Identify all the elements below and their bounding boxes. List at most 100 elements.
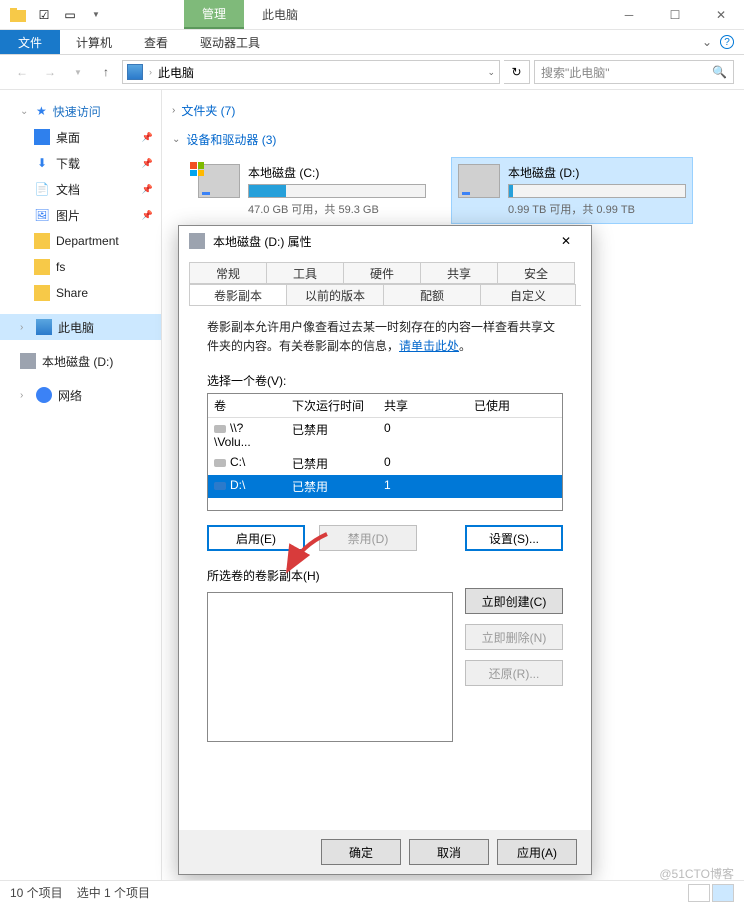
pin-icon: 📌 bbox=[142, 132, 153, 143]
pin-icon: 📌 bbox=[142, 184, 153, 195]
pc-icon bbox=[36, 319, 52, 335]
apply-button[interactable]: 应用(A) bbox=[497, 839, 577, 865]
sidebar-item-documents[interactable]: 📄文档📌 bbox=[0, 176, 161, 202]
drive-icon bbox=[458, 164, 500, 198]
section-devices[interactable]: ⌄设备和驱动器 (3) bbox=[172, 125, 734, 154]
shadow-copies-list[interactable] bbox=[207, 592, 453, 742]
help-icon[interactable]: ? bbox=[720, 35, 734, 49]
search-icon[interactable]: 🔍 bbox=[712, 65, 727, 79]
sidebar-local-disk[interactable]: 本地磁盘 (D:) bbox=[0, 348, 161, 374]
drive-c[interactable]: 本地磁盘 (C:) 47.0 GB 可用，共 59.3 GB bbox=[192, 158, 432, 223]
sidebar-item-fs[interactable]: fs bbox=[0, 254, 161, 280]
drive-d[interactable]: 本地磁盘 (D:) 0.99 TB 可用，共 0.99 TB bbox=[452, 158, 692, 223]
settings-button[interactable]: 设置(S)... bbox=[465, 525, 563, 551]
qat-dropdown-icon[interactable]: ▼ bbox=[86, 5, 106, 25]
history-dropdown[interactable]: ▼ bbox=[66, 60, 90, 84]
up-button[interactable]: ↑ bbox=[94, 60, 118, 84]
ribbon-expand-icon[interactable]: ⌄ bbox=[702, 35, 712, 49]
download-icon: ⬇ bbox=[34, 155, 50, 171]
folder-icon bbox=[34, 285, 50, 301]
sidebar-item-share[interactable]: Share bbox=[0, 280, 161, 306]
search-box[interactable]: 搜索"此电脑" 🔍 bbox=[534, 60, 734, 84]
drives-list: 本地磁盘 (C:) 47.0 GB 可用，共 59.3 GB 本地磁盘 (D:)… bbox=[172, 154, 734, 223]
details-view-button[interactable] bbox=[688, 884, 710, 902]
address-dropdown-icon[interactable]: ⌄ bbox=[487, 67, 495, 78]
breadcrumb-chevron-icon[interactable]: › bbox=[149, 67, 152, 77]
status-selected-count: 选中 1 个项目 bbox=[77, 884, 150, 901]
pin-icon: 📌 bbox=[142, 158, 153, 169]
ribbon-tab-computer[interactable]: 计算机 bbox=[60, 30, 128, 54]
icons-view-button[interactable] bbox=[712, 884, 734, 902]
tab-general[interactable]: 常规 bbox=[189, 262, 267, 284]
sidebar-item-pictures[interactable]: 🖼图片📌 bbox=[0, 202, 161, 228]
ribbon-tab-view[interactable]: 查看 bbox=[128, 30, 184, 54]
disable-button: 禁用(D) bbox=[319, 525, 417, 551]
sidebar-item-downloads[interactable]: ⬇下载📌 bbox=[0, 150, 161, 176]
tab-customize[interactable]: 自定义 bbox=[480, 284, 576, 306]
drive-name: 本地磁盘 (C:) bbox=[248, 164, 426, 181]
tab-previous-versions[interactable]: 以前的版本 bbox=[286, 284, 384, 306]
delete-now-button: 立即删除(N) bbox=[465, 624, 563, 650]
drive-usage-text: 47.0 GB 可用，共 59.3 GB bbox=[248, 201, 426, 217]
col-volume[interactable]: 卷 bbox=[208, 394, 286, 417]
tab-shadow-copies[interactable]: 卷影副本 bbox=[189, 284, 287, 306]
address-bar[interactable]: › 此电脑 ⌄ bbox=[122, 60, 500, 84]
tab-quota[interactable]: 配额 bbox=[383, 284, 481, 306]
tab-security[interactable]: 安全 bbox=[497, 262, 575, 284]
window-controls: ─ ☐ ✕ bbox=[606, 0, 744, 30]
ribbon-tab-drivetools[interactable]: 驱动器工具 bbox=[184, 30, 276, 54]
shadow-copy-description: 卷影副本允许用户像查看过去某一时刻存在的内容一样查看共享文件夹的内容。有关卷影副… bbox=[207, 318, 563, 356]
section-folders[interactable]: ›文件夹 (7) bbox=[172, 96, 734, 125]
sidebar-quick-access[interactable]: ⌄★快速访问 bbox=[0, 98, 161, 124]
cancel-button[interactable]: 取消 bbox=[409, 839, 489, 865]
properties-dialog: 本地磁盘 (D:) 属性 ✕ 常规 工具 硬件 共享 安全 卷影副本 以前的版本… bbox=[178, 225, 592, 875]
desktop-icon bbox=[34, 129, 50, 145]
navigation-pane: ⌄★快速访问 桌面📌 ⬇下载📌 📄文档📌 🖼图片📌 Department fs … bbox=[0, 90, 162, 895]
search-placeholder: 搜索"此电脑" bbox=[541, 64, 610, 81]
file-tab[interactable]: 文件 bbox=[0, 30, 60, 54]
maximize-button[interactable]: ☐ bbox=[652, 0, 698, 30]
contextual-tab-manage[interactable]: 管理 bbox=[184, 0, 244, 29]
explorer-icon bbox=[8, 5, 28, 25]
address-text[interactable]: 此电脑 bbox=[158, 64, 194, 81]
forward-button[interactable]: → bbox=[38, 60, 62, 84]
back-button[interactable]: ← bbox=[10, 60, 34, 84]
ok-button[interactable]: 确定 bbox=[321, 839, 401, 865]
qat-properties-icon[interactable]: ▭ bbox=[60, 5, 80, 25]
volume-icon bbox=[214, 459, 226, 467]
dialog-body: 卷影副本允许用户像查看过去某一时刻存在的内容一样查看共享文件夹的内容。有关卷影副… bbox=[189, 305, 581, 830]
ribbon-help: ⌄ ? bbox=[702, 30, 744, 54]
col-next-run[interactable]: 下次运行时间 bbox=[286, 394, 378, 417]
minimize-button[interactable]: ─ bbox=[606, 0, 652, 30]
tab-tools[interactable]: 工具 bbox=[266, 262, 344, 284]
sidebar-item-department[interactable]: Department bbox=[0, 228, 161, 254]
enable-button[interactable]: 启用(E) bbox=[207, 525, 305, 551]
contextual-label: 此电脑 bbox=[244, 0, 316, 29]
network-icon bbox=[36, 387, 52, 403]
tab-hardware[interactable]: 硬件 bbox=[343, 262, 421, 284]
col-used[interactable]: 已使用 bbox=[468, 394, 562, 417]
table-row[interactable]: C:\已禁用0 bbox=[208, 452, 562, 475]
contextual-tabs: 管理 此电脑 bbox=[184, 0, 316, 29]
col-share[interactable]: 共享 bbox=[378, 394, 468, 417]
document-icon: 📄 bbox=[34, 181, 50, 197]
create-now-button[interactable]: 立即创建(C) bbox=[465, 588, 563, 614]
table-row[interactable]: \\?\Volu...已禁用0 bbox=[208, 418, 562, 452]
table-row[interactable]: D:\已禁用1 bbox=[208, 475, 562, 498]
info-link[interactable]: 请单击此处 bbox=[399, 339, 459, 353]
sidebar-this-pc[interactable]: ›此电脑 bbox=[0, 314, 161, 340]
status-bar: 10 个项目 选中 1 个项目 bbox=[0, 880, 744, 904]
title-bar: ☑ ▭ ▼ 管理 此电脑 ─ ☐ ✕ bbox=[0, 0, 744, 30]
qat-check-icon[interactable]: ☑ bbox=[34, 5, 54, 25]
sidebar-item-desktop[interactable]: 桌面📌 bbox=[0, 124, 161, 150]
table-body: \\?\Volu...已禁用0 C:\已禁用0 D:\已禁用1 bbox=[208, 418, 562, 510]
refresh-button[interactable]: ↻ bbox=[504, 60, 530, 84]
pictures-icon: 🖼 bbox=[34, 207, 50, 223]
dialog-titlebar[interactable]: 本地磁盘 (D:) 属性 ✕ bbox=[179, 226, 591, 256]
dialog-close-button[interactable]: ✕ bbox=[551, 226, 581, 256]
watermark: @51CTO博客 bbox=[659, 865, 734, 882]
close-button[interactable]: ✕ bbox=[698, 0, 744, 30]
tab-sharing[interactable]: 共享 bbox=[420, 262, 498, 284]
shadow-copy-buttons: 立即创建(C) 立即删除(N) 还原(R)... bbox=[465, 588, 563, 742]
sidebar-network[interactable]: ›网络 bbox=[0, 382, 161, 408]
